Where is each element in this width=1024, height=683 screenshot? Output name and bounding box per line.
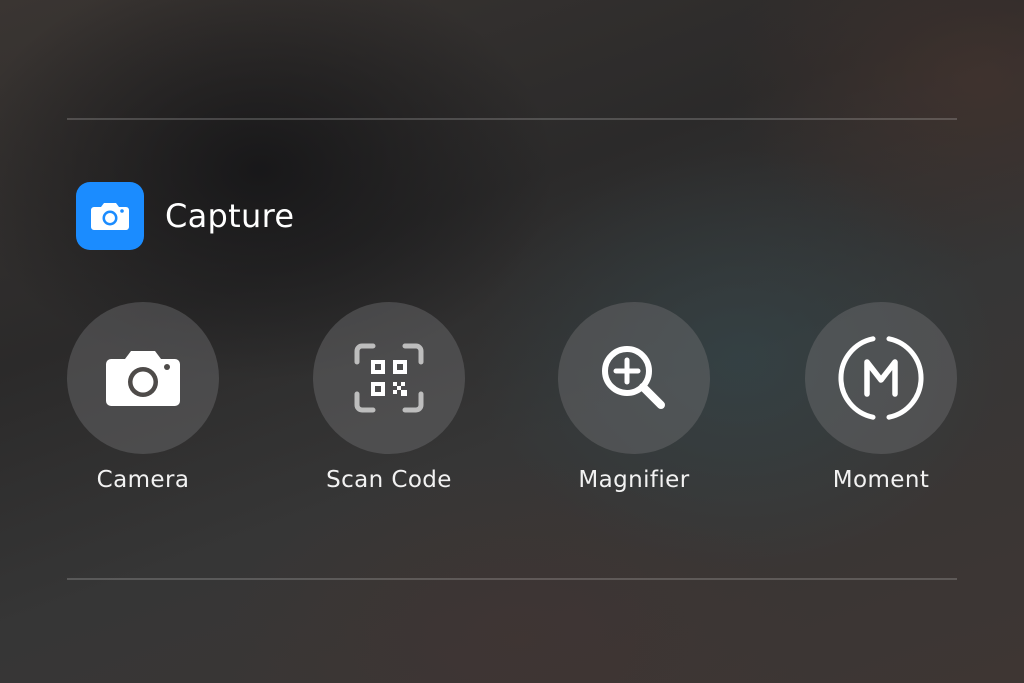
section-title: Capture	[165, 197, 295, 235]
scan-code-control[interactable]: Scan Code	[289, 302, 489, 493]
capture-section-header: Capture	[76, 182, 294, 250]
magnifier-button[interactable]	[558, 302, 710, 454]
top-divider	[67, 118, 957, 120]
magnifier-label: Magnifier	[578, 467, 690, 493]
moment-label: Moment	[832, 467, 930, 493]
scan-code-button[interactable]	[313, 302, 465, 454]
camera-label: Camera	[96, 467, 190, 493]
magnifier-plus-icon	[602, 346, 665, 409]
capture-app-icon	[76, 182, 144, 250]
camera-icon	[91, 203, 129, 230]
magnifier-control[interactable]: Magnifier	[534, 302, 734, 493]
scan-code-label: Scan Code	[326, 467, 452, 493]
camera-icon	[106, 351, 180, 406]
camera-control[interactable]: Camera	[43, 302, 243, 493]
moment-m-icon	[838, 336, 924, 420]
bottom-divider	[67, 578, 957, 580]
qr-code-scan-icon	[354, 343, 424, 413]
moment-control[interactable]: Moment	[781, 302, 981, 493]
camera-button[interactable]	[67, 302, 219, 454]
moment-button[interactable]	[805, 302, 957, 454]
